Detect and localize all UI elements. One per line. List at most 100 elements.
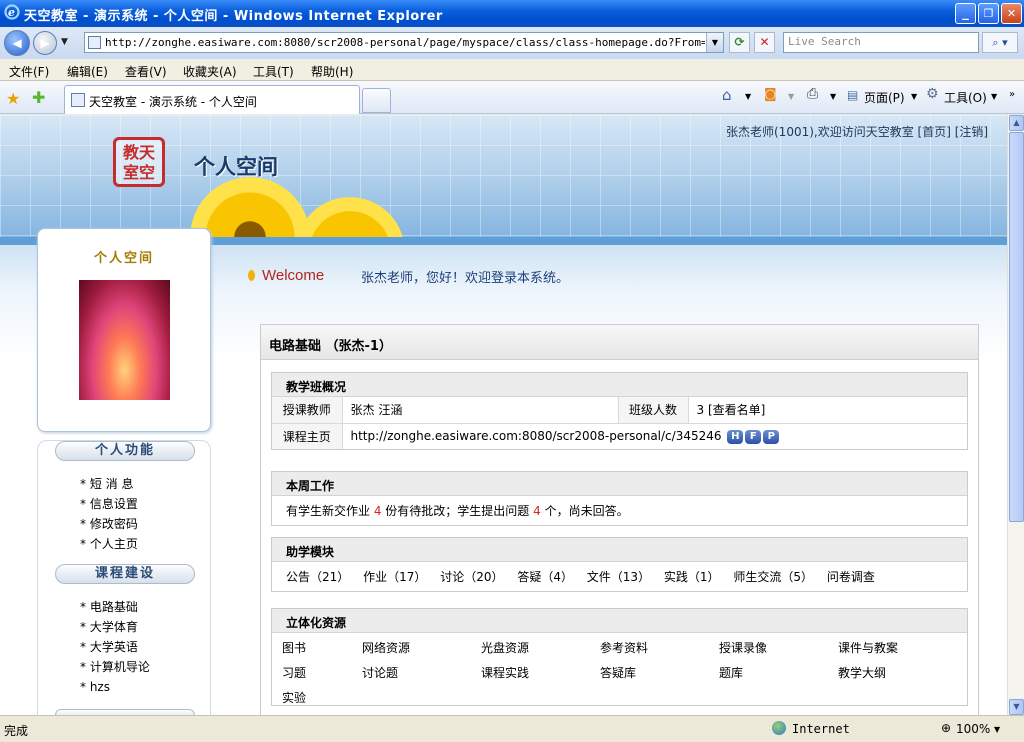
resource-link[interactable]: 教学大纲 (838, 664, 886, 681)
page-menu[interactable]: 页面(P) (864, 89, 905, 106)
resource-link[interactable]: 习题 (282, 664, 306, 681)
menu-bar: 文件(F) 编辑(E) 查看(V) 收藏夹(A) 工具(T) 帮助(H) (0, 59, 1024, 81)
forward-button[interactable]: ▶ (33, 31, 57, 55)
module-link[interactable]: 文件（13） (587, 570, 650, 584)
minimize-button[interactable]: _ (955, 3, 976, 24)
resources-grid: 图书 网络资源 光盘资源 参考资料 授课录像 课件与教案 习题 讨论题 课程实践… (272, 633, 967, 705)
courses-title: 课程建设 (55, 564, 195, 584)
resource-link[interactable]: 光盘资源 (481, 639, 529, 656)
back-button[interactable]: ◀ (4, 30, 30, 56)
gear-icon: ⚙ (926, 86, 939, 102)
resource-link[interactable]: 答疑库 (600, 664, 636, 681)
assist-modules: 公告（21） 作业（17） 讨论（20） 答疑（4） 文件（13） 实践（1） … (272, 562, 967, 591)
home-dropdown-icon[interactable]: ▼ (745, 92, 751, 101)
weekly-work-section: 本周工作 有学生新交作业 4 份有待批改；学生提出问题 4 个，尚未回答。 (271, 471, 968, 526)
zoom-dropdown-icon[interactable]: ▼ (994, 725, 1000, 734)
course-title: 电路基础 （张杰-1） (269, 339, 392, 354)
overview-table: 授课教师 张杰 汪涵 班级人数 3 [查看名单] 课程主页 http://zon… (272, 397, 967, 449)
status-bar: 完成 Internet ⊕ 100% ▼ (0, 715, 1024, 742)
add-favorite-icon[interactable]: ✚ (32, 88, 45, 107)
section-heading: 本周工作 (272, 472, 967, 496)
resource-link[interactable]: 授课录像 (719, 639, 767, 656)
new-tab-button[interactable] (362, 88, 391, 113)
page-menu-dropdown-icon[interactable]: ▼ (911, 92, 917, 101)
module-link[interactable]: 问卷调查 (827, 570, 875, 584)
sidebar-item-course[interactable]: * 电路基础 (80, 598, 138, 615)
tab-bar: ★ ✚ 天空教室 - 演示系统 - 个人空间 ⌂ ▼ ◙ ▼ ⎙ ▼ ▤ 页面(… (0, 81, 1024, 114)
module-link[interactable]: 师生交流（5） (733, 570, 813, 584)
resource-link[interactable]: 实验 (282, 689, 306, 706)
sidebar-item-course[interactable]: * 大学英语 (80, 638, 138, 655)
vertical-scrollbar[interactable]: ▲ ▼ (1007, 115, 1024, 715)
sidebar-item-course[interactable]: * hzs (80, 680, 110, 694)
resource-link[interactable]: 讨论题 (362, 664, 398, 681)
homepage-url[interactable]: http://zonghe.easiware.com:8080/scr2008-… (351, 429, 722, 443)
zoom-icon: ⊕ (941, 721, 952, 735)
print-icon[interactable]: ⎙ (807, 86, 818, 102)
sidebar-item-course[interactable]: * 大学体育 (80, 618, 138, 635)
sidebar-item-course[interactable]: * 计算机导论 (80, 658, 150, 675)
h-button[interactable]: H (727, 429, 744, 444)
resource-link[interactable]: 网络资源 (362, 639, 410, 656)
recent-pages-dropdown-icon[interactable]: ▼ (61, 37, 68, 47)
address-bar[interactable]: http://zonghe.easiware.com:8080/scr2008-… (84, 32, 724, 53)
search-input[interactable]: Live Search (783, 32, 979, 53)
menu-tools[interactable]: 工具(T) (253, 63, 294, 80)
profile-heading: 个人空间 (93, 251, 154, 266)
favorites-star-icon[interactable]: ★ (6, 89, 20, 108)
sidebar-item-messages[interactable]: * 短 消 息 (80, 475, 133, 492)
tab-label: 天空教室 - 演示系统 - 个人空间 (89, 95, 257, 109)
resource-link[interactable]: 参考资料 (600, 639, 648, 656)
menu-favorites[interactable]: 收藏夹(A) (183, 63, 237, 80)
p-button[interactable]: P (763, 429, 780, 444)
course-header: 电路基础 （张杰-1） (261, 325, 978, 360)
sidebar-item-change-password[interactable]: * 修改密码 (80, 515, 138, 532)
module-link[interactable]: 实践（1） (664, 570, 720, 584)
resource-link[interactable]: 图书 (282, 639, 306, 656)
welcome-message: 张杰老师，您好！欢迎登录本系统。 (361, 271, 570, 286)
ie-window: e 天空教室 - 演示系统 - 个人空间 - Windows Internet … (0, 0, 1024, 742)
module-link[interactable]: 公告（21） (286, 570, 349, 584)
scroll-down-icon[interactable]: ▼ (1009, 699, 1024, 715)
site-title: 个人空间 (194, 155, 278, 179)
address-url[interactable]: http://zonghe.easiware.com:8080/scr2008-… (105, 36, 705, 49)
f-button[interactable]: F (745, 429, 762, 444)
sidebar-item-homepage[interactable]: * 个人主页 (80, 535, 138, 552)
scroll-thumb[interactable] (1009, 132, 1024, 522)
section-heading: 助学模块 (272, 538, 967, 562)
module-link[interactable]: 答疑（4） (517, 570, 573, 584)
tab-active[interactable]: 天空教室 - 演示系统 - 个人空间 (64, 85, 360, 114)
count-value[interactable]: 3 [查看名单] (688, 397, 967, 423)
menu-view[interactable]: 查看(V) (125, 63, 167, 80)
resource-link[interactable]: 课件与教案 (838, 639, 898, 656)
tools-menu[interactable]: 工具(O) (944, 89, 987, 106)
feeds-icon[interactable]: ◙ (764, 87, 777, 102)
maximize-button[interactable]: ❐ (978, 3, 999, 24)
stop-button[interactable]: ✕ (754, 32, 775, 53)
zoom-level[interactable]: 100% (956, 722, 990, 736)
close-button[interactable]: ✕ (1001, 3, 1022, 24)
tools-dropdown-icon[interactable]: ▼ (991, 92, 997, 101)
menu-help[interactable]: 帮助(H) (311, 63, 353, 80)
question-count[interactable]: 4 (533, 504, 541, 518)
chevron-right-icon[interactable]: » (1009, 89, 1015, 100)
forward-arrow-icon: ▶ (40, 36, 50, 50)
resource-link[interactable]: 题库 (719, 664, 743, 681)
section-heading: 立体化资源 (272, 609, 967, 633)
address-toolbar: ◀ ▶ ▼ http://zonghe.easiware.com:8080/sc… (0, 27, 1024, 59)
module-link[interactable]: 作业（17） (363, 570, 426, 584)
menu-edit[interactable]: 编辑(E) (67, 63, 108, 80)
print-dropdown-icon[interactable]: ▼ (830, 92, 836, 101)
stop-icon: ✕ (759, 35, 770, 49)
security-zone[interactable]: Internet (792, 722, 850, 736)
module-link[interactable]: 讨论（20） (440, 570, 503, 584)
search-button[interactable]: ⌕ ▾ (982, 32, 1018, 53)
resource-link[interactable]: 课程实践 (481, 664, 529, 681)
menu-file[interactable]: 文件(F) (9, 63, 49, 80)
sidebar-item-settings[interactable]: * 信息设置 (80, 495, 138, 512)
scroll-up-icon[interactable]: ▲ (1009, 115, 1024, 131)
user-info[interactable]: 张杰老师(1001),欢迎访问天空教室 [首页] [注销] (726, 123, 988, 140)
refresh-button[interactable]: ⟳ (729, 32, 750, 53)
home-icon[interactable]: ⌂ (722, 86, 732, 104)
address-dropdown-icon[interactable]: ▼ (706, 33, 723, 52)
